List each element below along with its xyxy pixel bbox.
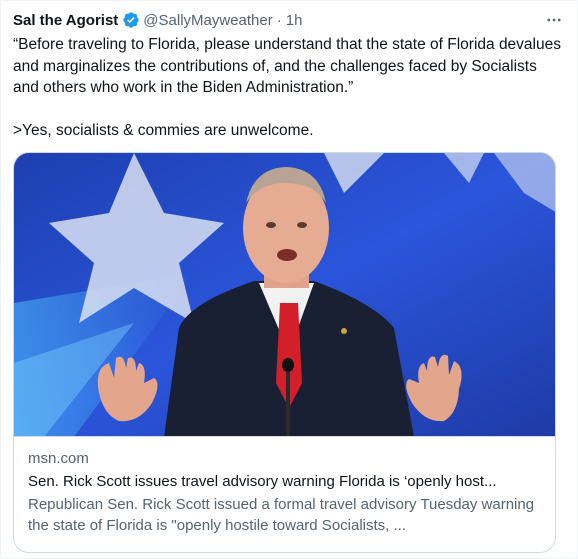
tweet-time[interactable]: 1h bbox=[286, 12, 303, 29]
tweet[interactable]: Sal the Agorist @SallyMayweather · 1h “B… bbox=[0, 0, 578, 559]
author-name[interactable]: Sal the Agorist bbox=[13, 12, 118, 29]
senator-speaking-photo[interactable] bbox=[14, 153, 555, 437]
verified-badge-icon bbox=[123, 12, 139, 28]
card-meta: msn.com Sen. Rick Scott issues travel ad… bbox=[28, 449, 543, 536]
tweet-comment-paragraph: >Yes, socialists & commies are unwelcome… bbox=[13, 122, 314, 139]
card-domain: msn.com bbox=[28, 450, 89, 467]
tweet-text: “Before traveling to Florida, please und… bbox=[13, 34, 565, 142]
tweet-header: Sal the Agorist @SallyMayweather · 1h bbox=[13, 9, 565, 31]
link-preview-card[interactable]: msn.com Sen. Rick Scott issues travel ad… bbox=[13, 152, 556, 553]
card-description: Republican Sen. Rick Scott issued a form… bbox=[28, 496, 535, 534]
card-title[interactable]: Sen. Rick Scott issues travel advisory w… bbox=[28, 471, 543, 492]
more-options-icon[interactable] bbox=[543, 9, 565, 31]
author-handle[interactable]: @SallyMayweather bbox=[143, 12, 272, 29]
tweet-quote-paragraph: “Before traveling to Florida, please und… bbox=[13, 36, 561, 96]
separator-dot: · bbox=[276, 11, 282, 29]
